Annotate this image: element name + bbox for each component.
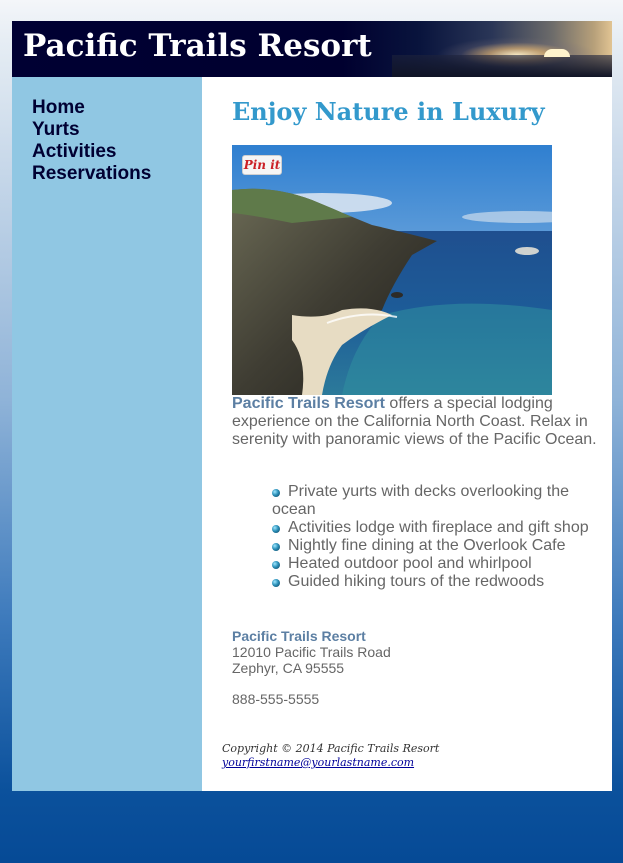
intro-paragraph: Pacific Trails Resort offers a special l… bbox=[232, 395, 597, 449]
nav-item-yurts[interactable]: Yurts bbox=[32, 119, 202, 141]
list-item: Private yurts with decks overlooking the… bbox=[272, 483, 602, 519]
address-city: Zephyr, CA 95555 bbox=[232, 660, 345, 676]
nav-item-home[interactable]: Home bbox=[32, 97, 202, 119]
resort-name-highlight: Pacific Trails Resort bbox=[232, 395, 385, 412]
feature-text: Guided hiking tours of the redwoods bbox=[288, 573, 545, 590]
copyright-text: Copyright © 2014 Pacific Trails Resort bbox=[222, 742, 440, 755]
main-nav: Home Yurts Activities Reservations bbox=[12, 77, 202, 791]
nav-list: Home Yurts Activities Reservations bbox=[12, 77, 202, 185]
email-link[interactable]: yourfirstname@yourlastname.com bbox=[222, 756, 414, 769]
feature-text: Nightly fine dining at the Overlook Cafe bbox=[288, 537, 566, 554]
bullet-icon bbox=[272, 489, 280, 497]
address-street: 12010 Pacific Trails Road bbox=[232, 644, 391, 660]
page-heading: Enjoy Nature in Luxury bbox=[232, 97, 545, 126]
nav-item-reservations[interactable]: Reservations bbox=[32, 163, 202, 185]
sunset-sun bbox=[544, 49, 570, 57]
coast-image bbox=[232, 145, 552, 395]
list-item: Heated outdoor pool and whirlpool bbox=[272, 555, 602, 573]
feature-text: Activities lodge with fireplace and gift… bbox=[288, 519, 589, 536]
features-list: Private yurts with decks overlooking the… bbox=[272, 483, 602, 591]
list-item: Nightly fine dining at the Overlook Cafe bbox=[272, 537, 602, 555]
bullet-icon bbox=[272, 525, 280, 533]
page-wrapper: Pacific Trails Resort Home Yurts Activit… bbox=[12, 21, 612, 791]
list-item: Activities lodge with fireplace and gift… bbox=[272, 519, 602, 537]
site-title[interactable]: Pacific Trails Resort bbox=[23, 28, 372, 64]
coast-photo: Pin it bbox=[232, 145, 552, 395]
bullet-icon bbox=[272, 561, 280, 569]
site-header: Pacific Trails Resort bbox=[12, 21, 612, 77]
contact-address: Pacific Trails Resort 12010 Pacific Trai… bbox=[232, 628, 532, 676]
main-content: Enjoy Nature in Luxury Pin it Pacific Tr… bbox=[232, 77, 602, 707]
feature-text: Heated outdoor pool and whirlpool bbox=[288, 555, 532, 572]
pin-it-button[interactable]: Pin it bbox=[242, 155, 282, 175]
bullet-icon bbox=[272, 543, 280, 551]
bullet-icon bbox=[272, 579, 280, 587]
nav-item-activities[interactable]: Activities bbox=[32, 141, 202, 163]
site-footer: Copyright © 2014 Pacific Trails Resort y… bbox=[222, 742, 602, 770]
horizon bbox=[392, 55, 612, 77]
phone-number: 888-555-5555 bbox=[232, 691, 320, 707]
list-item: Guided hiking tours of the redwoods bbox=[272, 573, 602, 591]
address-name: Pacific Trails Resort bbox=[232, 628, 366, 644]
feature-text: Private yurts with decks overlooking the… bbox=[272, 483, 570, 518]
